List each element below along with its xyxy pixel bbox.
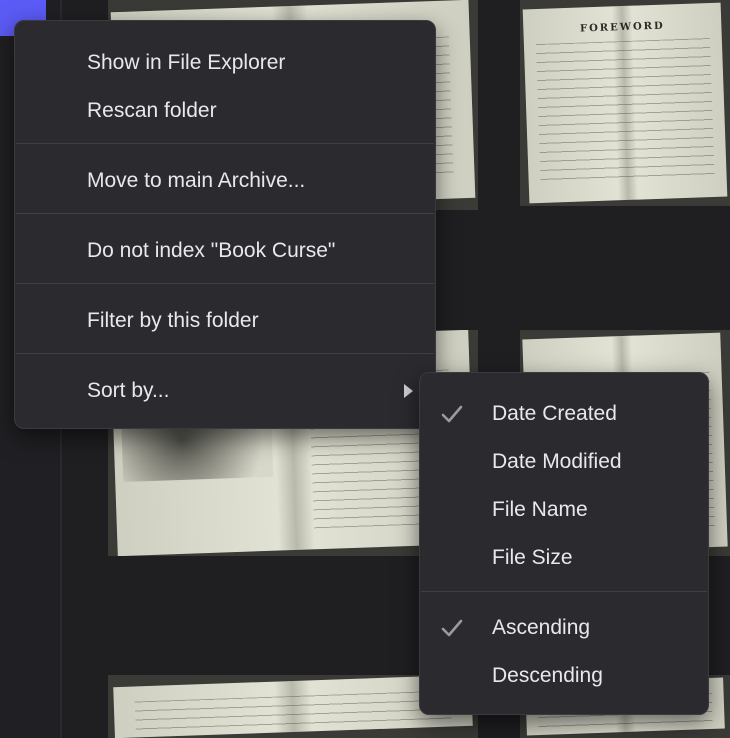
sort-item-descending[interactable]: Descending <box>420 652 708 700</box>
sort-item-label: Ascending <box>492 616 591 639</box>
chevron-right-icon <box>404 384 413 398</box>
sort-item-file-size[interactable]: File Size <box>420 534 708 582</box>
menu-separator <box>16 283 434 284</box>
menu-item-label: Sort by... <box>87 379 170 402</box>
menu-item-rescan-folder[interactable]: Rescan folder <box>15 87 435 135</box>
sort-item-date-modified[interactable]: Date Modified <box>420 438 708 486</box>
sort-item-label: Date Created <box>492 402 617 425</box>
sort-item-label: Descending <box>492 664 603 687</box>
menu-separator <box>16 353 434 354</box>
menu-item-show-in-file-explorer[interactable]: Show in File Explorer <box>15 39 435 87</box>
sort-submenu: Date Created Date Modified File Name Fil… <box>419 372 709 715</box>
menu-item-move-to-main-archive[interactable]: Move to main Archive... <box>15 157 435 205</box>
thumbnail-title: FOREWORD <box>579 20 665 35</box>
gallery-thumbnail[interactable]: FOREWORD <box>520 0 730 206</box>
menu-item-label: Do not index "Book Curse" <box>87 239 336 262</box>
menu-item-label: Filter by this folder <box>87 309 259 332</box>
checkmark-icon <box>441 619 463 637</box>
menu-item-sort-by[interactable]: Sort by... <box>15 367 435 415</box>
folder-context-menu: Show in File Explorer Rescan folder Move… <box>14 20 436 429</box>
menu-separator <box>16 143 434 144</box>
menu-separator <box>421 591 707 592</box>
sort-item-label: File Name <box>492 498 588 521</box>
menu-item-label: Move to main Archive... <box>87 169 306 192</box>
sort-item-label: File Size <box>492 546 573 569</box>
checkmark-icon <box>441 405 463 423</box>
menu-item-label: Show in File Explorer <box>87 51 286 74</box>
sort-item-date-created[interactable]: Date Created <box>420 390 708 438</box>
sort-item-file-name[interactable]: File Name <box>420 486 708 534</box>
menu-item-filter-by-folder[interactable]: Filter by this folder <box>15 297 435 345</box>
menu-item-label: Rescan folder <box>87 99 217 122</box>
menu-item-do-not-index[interactable]: Do not index "Book Curse" <box>15 227 435 275</box>
sort-item-label: Date Modified <box>492 450 622 473</box>
sort-item-ascending[interactable]: Ascending <box>420 604 708 652</box>
menu-separator <box>16 213 434 214</box>
